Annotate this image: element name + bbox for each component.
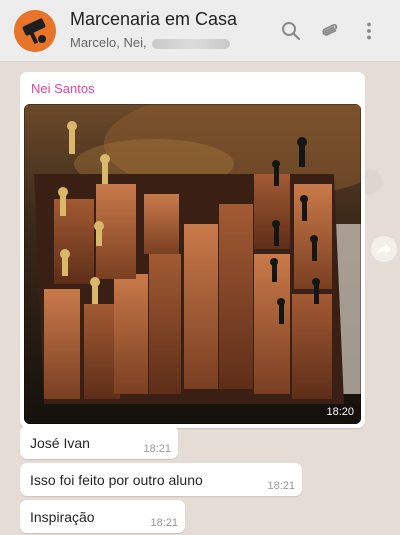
attach-button[interactable] xyxy=(319,20,341,42)
message-bubble[interactable]: Isso foi feito por outro aluno 18:21 xyxy=(20,463,302,496)
participants-text: Marcelo, Nei, xyxy=(70,35,147,50)
search-icon xyxy=(282,22,301,41)
more-vertical-icon xyxy=(367,22,371,40)
attach-icon xyxy=(322,24,338,36)
group-title[interactable]: Marcenaria em Casa xyxy=(70,9,237,30)
image-message[interactable]: Nei Santos 18:20 xyxy=(20,72,365,428)
message-bubble[interactable]: Inspiração 18:21 xyxy=(20,500,185,533)
redacted-phone xyxy=(151,38,230,49)
search-button[interactable] xyxy=(280,20,302,42)
message-timestamp: 18:21 xyxy=(267,480,295,492)
message-timestamp: 18:21 xyxy=(143,443,171,455)
message-timestamp: 18:21 xyxy=(150,517,178,529)
chat-pane: Nei Santos 18:20 José Ivan 18:21 Isso fo… xyxy=(0,62,400,535)
group-avatar[interactable] xyxy=(14,10,56,52)
forward-button[interactable] xyxy=(371,236,397,262)
message-text: Isso foi feito por outro aluno xyxy=(30,472,203,488)
image-timestamp: 18:20 xyxy=(326,406,354,418)
chess-board-photo[interactable]: 18:20 xyxy=(24,104,361,424)
sender-name: Nei Santos xyxy=(31,81,95,96)
message-bubble[interactable]: José Ivan 18:21 xyxy=(20,426,178,459)
group-participants[interactable]: Marcelo, Nei, xyxy=(70,35,260,50)
chat-header: Marcenaria em Casa Marcelo, Nei, xyxy=(0,0,400,62)
message-text: José Ivan xyxy=(30,435,90,451)
menu-button[interactable] xyxy=(358,20,380,42)
message-text: Inspiração xyxy=(30,509,95,525)
forward-icon xyxy=(377,244,391,255)
